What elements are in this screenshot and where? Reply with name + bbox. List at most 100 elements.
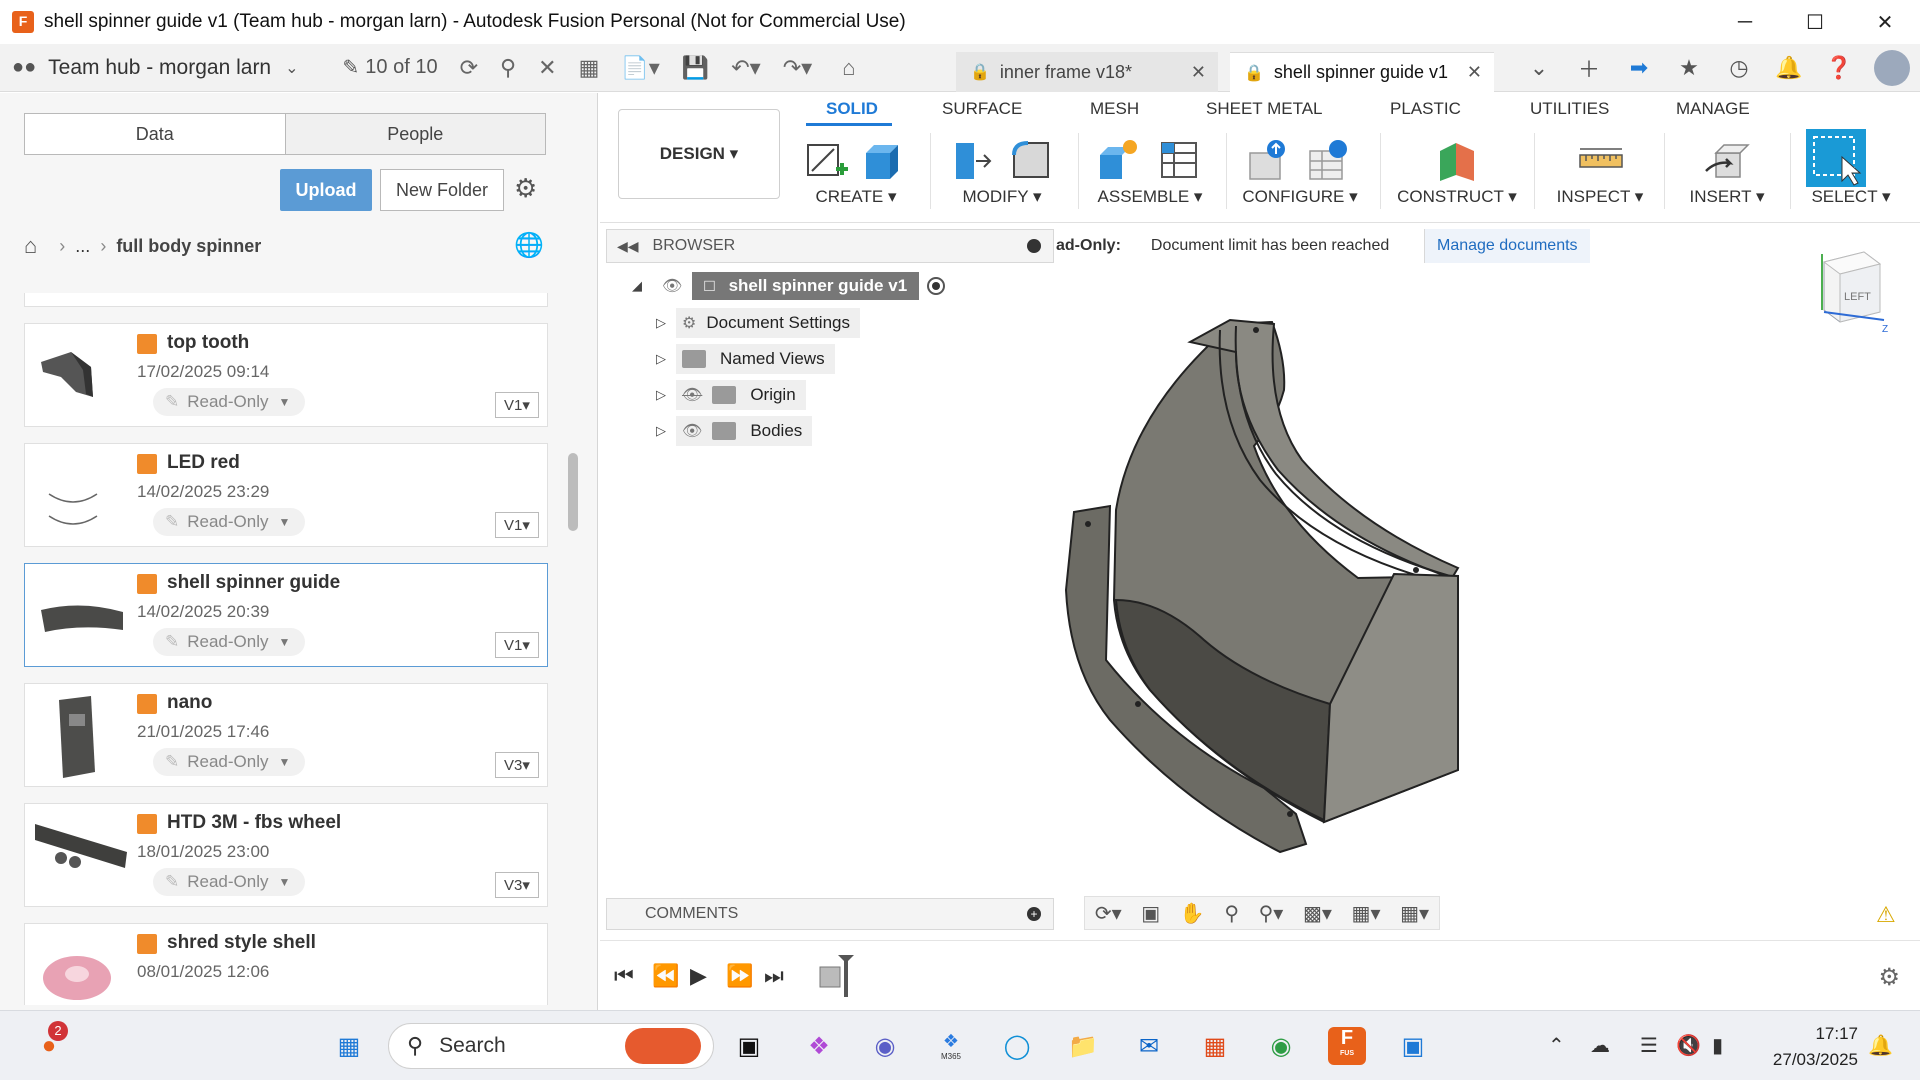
tab-inner-frame[interactable]: 🔒 inner frame v18* ✕: [956, 52, 1218, 92]
tab-shell-spinner-guide[interactable]: 🔒 shell spinner guide v1 ✕: [1230, 52, 1494, 92]
view-cube[interactable]: LEFT Z: [1814, 248, 1894, 338]
file-menu-icon[interactable]: 📄▾: [621, 55, 659, 81]
warning-icon[interactable]: ⚠: [1876, 902, 1896, 928]
volume-muted-icon[interactable]: 🔇: [1676, 1033, 1701, 1058]
version-select[interactable]: V3 ▾: [495, 872, 539, 898]
undo-icon[interactable]: ↶▾: [731, 55, 760, 81]
3d-model-viewport[interactable]: [1040, 300, 1480, 860]
scrollbar-thumb[interactable]: [568, 453, 578, 531]
tab-data[interactable]: Data: [25, 114, 286, 154]
version-select[interactable]: V1 ▾: [495, 392, 539, 418]
tab-sheet-metal[interactable]: SHEET METAL: [1206, 99, 1323, 119]
browser-panel-header[interactable]: ◀◀ BROWSER: [606, 229, 1054, 263]
m365-icon[interactable]: ❖ M365: [932, 1027, 970, 1065]
construct-group[interactable]: CONSTRUCT ▾: [1390, 129, 1524, 215]
expand-triangle-icon[interactable]: ▷: [656, 423, 676, 439]
tab-utilities[interactable]: UTILITIES: [1530, 99, 1609, 119]
viewports-icon[interactable]: ▦▾: [1400, 901, 1429, 926]
tab-people[interactable]: People: [285, 114, 545, 154]
globe-icon[interactable]: 🌐: [514, 231, 544, 260]
grid-icon[interactable]: ▦: [579, 55, 600, 81]
select-group[interactable]: SELECT ▾: [1796, 129, 1906, 215]
teams-icon[interactable]: ◉: [866, 1027, 904, 1065]
expand-triangle-icon[interactable]: ▷: [656, 315, 676, 331]
user-avatar[interactable]: [1874, 50, 1910, 86]
browser-node-bodies[interactable]: ▷ 👁 Bodies: [656, 416, 813, 446]
add-comment-icon[interactable]: +: [1027, 907, 1041, 921]
browser-root-node[interactable]: ◢ 👁 □ shell spinner guide v1: [632, 272, 946, 300]
wifi-icon[interactable]: ☰: [1640, 1033, 1658, 1058]
expand-triangle-icon[interactable]: ▷: [656, 351, 676, 367]
eye-hidden-icon[interactable]: 👁: [682, 385, 702, 405]
expand-triangle-icon[interactable]: ▷: [656, 387, 676, 403]
fit-icon[interactable]: ⚲▾: [1259, 901, 1284, 926]
tab-plastic[interactable]: PLASTIC: [1390, 99, 1461, 119]
configure-group[interactable]: CONFIGURE ▾: [1234, 129, 1366, 215]
eye-icon[interactable]: 👁: [682, 421, 702, 441]
close-tab-icon[interactable]: ✕: [1467, 62, 1482, 83]
upload-button[interactable]: Upload: [280, 169, 372, 211]
gear-icon[interactable]: ⚙: [514, 173, 537, 204]
read-only-status[interactable]: ✎ Read-Only ▼: [153, 748, 305, 776]
step-back-icon[interactable]: ⏪: [652, 963, 679, 989]
tab-surface[interactable]: SURFACE: [942, 99, 1022, 119]
modify-group[interactable]: MODIFY ▾: [940, 129, 1064, 215]
store-icon[interactable]: ▦: [1196, 1027, 1234, 1065]
hub-selector[interactable]: ●● Team hub - morgan larn ⌄: [12, 56, 299, 80]
play-icon[interactable]: ▶: [690, 963, 707, 989]
workspace-selector[interactable]: DESIGN ▾: [618, 109, 780, 199]
version-select[interactable]: V1 ▾: [495, 512, 539, 538]
onedrive-icon[interactable]: ☁: [1590, 1033, 1610, 1058]
document-counter[interactable]: ✎ 10 of 10: [343, 55, 438, 80]
list-item[interactable]: HTD 3M - fbs wheel 18/01/2025 23:00 ✎ Rea…: [24, 803, 548, 907]
maximize-button[interactable]: ☐: [1780, 0, 1850, 44]
close-tab-icon[interactable]: ✕: [1191, 62, 1206, 83]
activate-radio[interactable]: [927, 277, 946, 295]
orbit-icon[interactable]: ⟳▾: [1095, 901, 1122, 926]
new-folder-button[interactable]: New Folder: [380, 169, 504, 211]
eye-icon[interactable]: 👁: [662, 276, 682, 296]
tab-manage[interactable]: MANAGE: [1676, 99, 1750, 119]
pan-icon[interactable]: ✋: [1180, 901, 1205, 926]
minimize-panel-icon[interactable]: [1027, 239, 1041, 253]
tab-overflow-icon[interactable]: ⌄: [1514, 55, 1564, 81]
insert-group[interactable]: INSERT ▾: [1672, 129, 1782, 215]
taskbar-search[interactable]: ⚲ Search: [388, 1023, 714, 1069]
read-only-status[interactable]: ✎ Read-Only ▼: [153, 388, 305, 416]
job-status-icon[interactable]: ➡: [1614, 55, 1664, 81]
home-icon[interactable]: ⌂: [24, 233, 37, 259]
extensions-icon[interactable]: ★: [1664, 55, 1714, 81]
go-to-start-icon[interactable]: ⏮: [614, 963, 634, 989]
close-button[interactable]: ✕: [1850, 0, 1920, 44]
redo-icon[interactable]: ↷▾: [783, 55, 812, 81]
new-tab-icon[interactable]: ＋: [1564, 52, 1614, 84]
read-only-status[interactable]: ✎ Read-Only ▼: [153, 868, 305, 896]
refresh-icon[interactable]: ⟳: [460, 55, 478, 81]
fusion-taskbar-icon[interactable]: F FUS: [1328, 1027, 1366, 1065]
collapse-panel-icon[interactable]: ◀◀: [617, 238, 639, 255]
timeline-feature-marker[interactable]: [818, 955, 858, 999]
start-menu-icon[interactable]: ▦: [330, 1027, 368, 1065]
create-group[interactable]: CREATE ▾: [796, 129, 916, 215]
browser-node-named-views[interactable]: ▷ Named Views: [656, 344, 835, 374]
battery-icon[interactable]: ▮: [1712, 1033, 1723, 1058]
home-icon[interactable]: ⌂: [842, 55, 855, 81]
clock-icon[interactable]: ◷: [1714, 55, 1764, 81]
list-item[interactable]: top tooth 17/02/2025 09:14 ✎ Read-Only ▼ V…: [24, 323, 548, 427]
notification-center-icon[interactable]: 🔔: [1868, 1033, 1893, 1058]
search-icon[interactable]: ⚲: [500, 55, 516, 81]
help-icon[interactable]: ❓: [1814, 55, 1864, 81]
close-panel-icon[interactable]: ✕: [538, 55, 556, 81]
edge-icon[interactable]: ◯: [998, 1027, 1036, 1065]
expand-triangle-icon[interactable]: ◢: [632, 278, 652, 294]
minimize-button[interactable]: ─: [1710, 0, 1780, 44]
read-only-status[interactable]: ✎ Read-Only ▼: [153, 628, 305, 656]
version-select[interactable]: V3 ▾: [495, 752, 539, 778]
list-item[interactable]: shell spinner guide 14/02/2025 20:39 ✎ Re…: [24, 563, 548, 667]
browser-node-document-settings[interactable]: ▷ ⚙ Document Settings: [656, 308, 860, 338]
system-clock[interactable]: 17:17 27/03/2025: [1773, 1021, 1858, 1073]
copilot-icon[interactable]: ❖: [800, 1027, 838, 1065]
timeline-settings-icon[interactable]: ⚙: [1878, 963, 1900, 992]
tab-solid[interactable]: SOLID: [826, 99, 878, 119]
list-item[interactable]: [24, 293, 548, 307]
